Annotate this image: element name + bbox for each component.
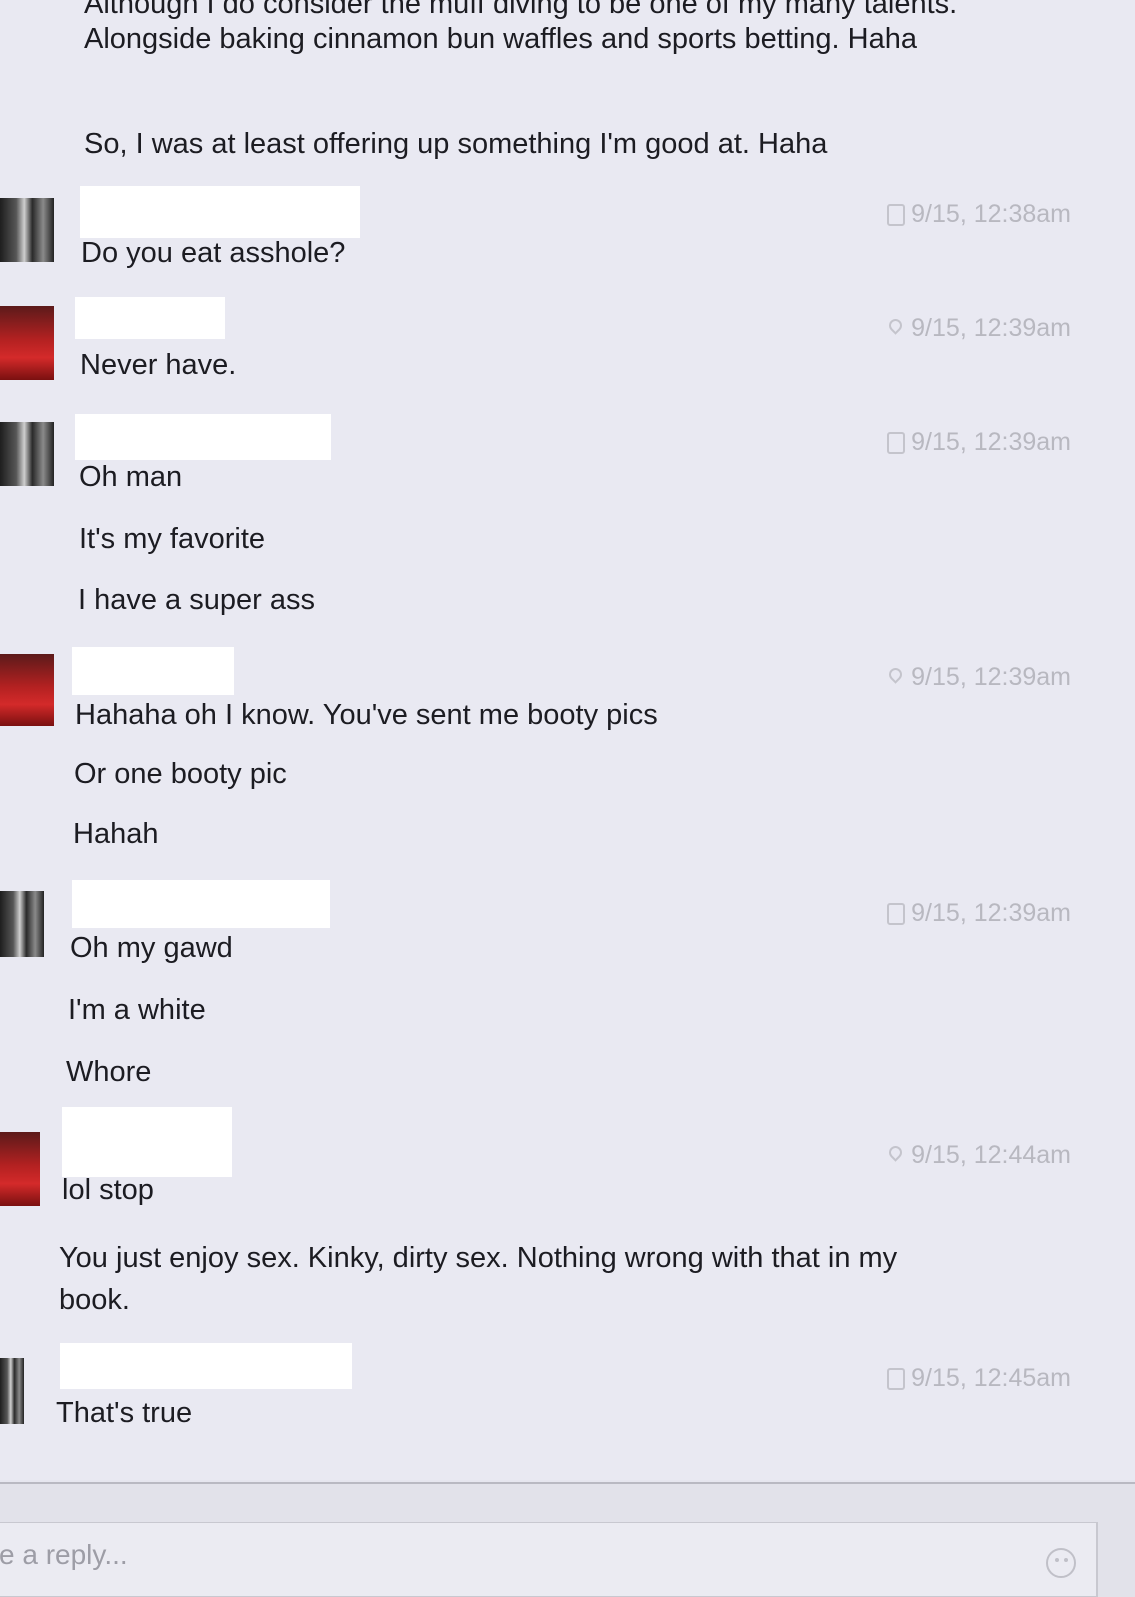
message-meta: 9/15, 12:39am	[887, 314, 1071, 343]
message-meta: 9/15, 12:38am	[887, 200, 1071, 229]
message-text: I'm a white	[68, 994, 206, 1026]
message-meta: 9/15, 12:39am	[887, 899, 1071, 928]
sender-name-redacted	[60, 1343, 352, 1389]
message-text: It's my favorite	[79, 523, 266, 555]
avatar[interactable]	[0, 891, 44, 957]
message-meta: 9/15, 12:45am	[887, 1364, 1071, 1393]
message-meta: 9/15, 12:44am	[887, 1141, 1071, 1170]
avatar[interactable]	[0, 198, 54, 262]
message-text: Oh my gawd	[70, 932, 233, 964]
message-text: Although I do consider the muff diving t…	[84, 0, 958, 55]
message-meta: 9/15, 12:39am	[887, 663, 1071, 692]
location-pin-icon	[887, 667, 905, 689]
avatar[interactable]	[0, 306, 54, 380]
timestamp: 9/15, 12:44am	[911, 1141, 1071, 1169]
message-thread: Although I do consider the muff diving t…	[0, 0, 1135, 1480]
location-pin-icon	[887, 318, 905, 340]
sender-name-redacted	[72, 880, 330, 928]
message-text: I have a super ass	[78, 584, 315, 616]
message-text: Or one booty pic	[74, 758, 287, 790]
reply-input[interactable]	[0, 1522, 1098, 1597]
avatar[interactable]	[0, 422, 54, 486]
phone-icon	[887, 431, 906, 454]
message-text: Hahah	[73, 818, 159, 850]
timestamp: 9/15, 12:39am	[911, 663, 1071, 691]
timestamp: 9/15, 12:39am	[911, 314, 1071, 342]
message-text: So, I was at least offering up something…	[84, 128, 828, 160]
phone-icon	[887, 902, 906, 925]
message-meta: 9/15, 12:39am	[887, 428, 1071, 457]
sender-name-redacted	[75, 297, 225, 339]
message-text: You just enjoy sex. Kinky, dirty sex. No…	[59, 1242, 898, 1316]
phone-icon	[887, 1367, 906, 1390]
avatar[interactable]	[0, 654, 54, 726]
emoji-icon[interactable]	[1046, 1548, 1076, 1578]
message-text: lol stop	[62, 1174, 154, 1206]
timestamp: 9/15, 12:39am	[911, 899, 1071, 927]
timestamp: 9/15, 12:38am	[911, 200, 1071, 228]
phone-icon	[887, 203, 906, 226]
timestamp: 9/15, 12:45am	[911, 1364, 1071, 1392]
message-text: Never have.	[80, 349, 237, 381]
sender-name-redacted	[75, 414, 331, 460]
message-text: Do you eat asshole?	[81, 237, 346, 269]
sender-name-redacted	[72, 647, 234, 695]
message-text: Whore	[66, 1056, 152, 1088]
avatar[interactable]	[0, 1358, 24, 1424]
sender-name-redacted	[62, 1107, 232, 1177]
avatar[interactable]	[0, 1132, 40, 1206]
message-text: Hahaha oh I know. You've sent me booty p…	[75, 699, 658, 731]
sender-name-redacted	[80, 186, 360, 238]
message-text: Oh man	[79, 461, 183, 493]
location-pin-icon	[887, 1145, 905, 1167]
message-text: That's true	[56, 1397, 193, 1429]
timestamp: 9/15, 12:39am	[911, 428, 1071, 456]
